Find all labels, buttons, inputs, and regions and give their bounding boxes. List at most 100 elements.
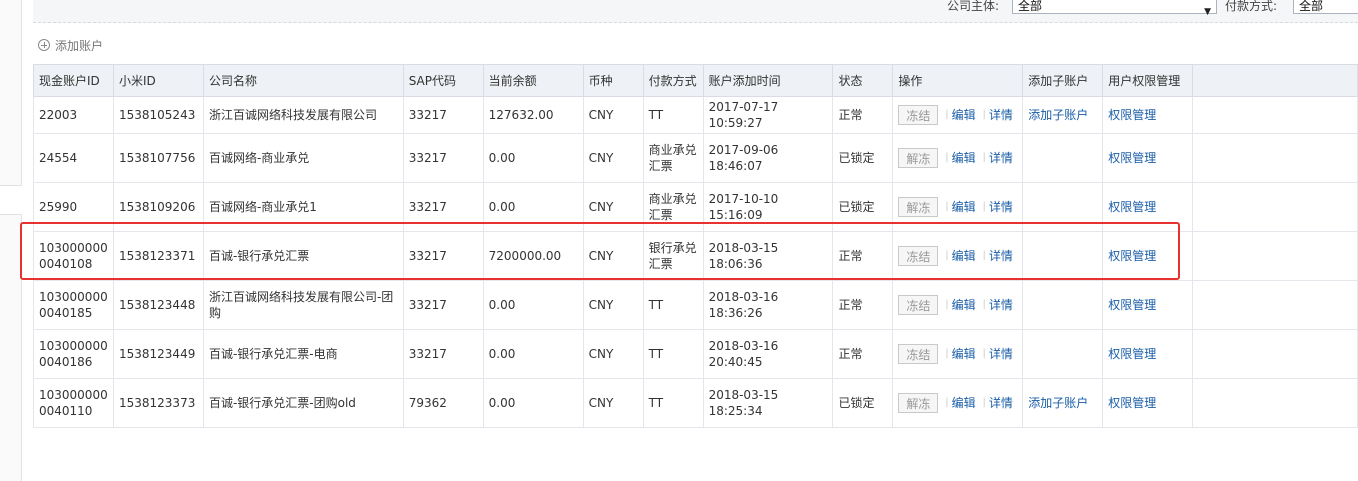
header-cell: 添加子账户 [1022,64,1104,97]
balance-cell: 0.00 [482,133,584,183]
account-id-cell: 1030000000040108 [33,231,114,281]
empty-cell [1192,378,1358,428]
sub-account-cell [1022,182,1104,232]
status-cell: 正常 [832,329,894,379]
separator: | [982,152,986,163]
company-select[interactable]: 全部 ▼ [1012,0,1217,17]
time-cell: 2018-03-16 18:36:26 [702,280,834,330]
operations-cell: 冻结 | 编辑 | 详情 [892,96,1024,134]
company-cell: 百诚-银行承兑汇票 [202,231,404,281]
edit-link[interactable]: 编辑 [952,298,976,312]
detail-link[interactable]: 详情 [989,200,1013,214]
separator: | [945,397,949,408]
currency-cell: CNY [582,231,644,281]
left-panel-bottom [0,214,22,481]
payment-cell: 商业承兑汇票 [642,133,704,183]
permission-cell: 权限管理 [1102,182,1194,232]
header-cell: 公司名称 [202,64,404,97]
unfreeze-button[interactable]: 解冻 [898,393,939,413]
time-cell: 2017-09-06 18:46:07 [702,133,834,183]
detail-link[interactable]: 详情 [989,347,1013,361]
operations-cell: 解冻 | 编辑 | 详情 [892,133,1024,183]
separator: | [945,348,949,359]
account-id-cell: 25990 [33,182,114,232]
header-cell: 小米ID [112,64,204,97]
sub-account-cell [1022,133,1104,183]
detail-link[interactable]: 详情 [989,151,1013,165]
currency-cell: CNY [582,280,644,330]
header-cell: 用户权限管理 [1102,64,1194,97]
separator: | [945,152,949,163]
permission-link[interactable]: 权限管理 [1108,347,1156,361]
permission-link[interactable]: 权限管理 [1108,108,1156,122]
permission-cell: 权限管理 [1102,378,1194,428]
mi-id-cell: 1538123448 [112,280,204,330]
payment-cell: TT [642,96,704,134]
header-cell: 状态 [832,64,894,97]
account-id-cell: 1030000000040185 [33,280,114,330]
separator: | [945,250,949,261]
empty-cell [1192,96,1358,134]
permission-cell: 权限管理 [1102,96,1194,134]
edit-link[interactable]: 编辑 [952,200,976,214]
add-sub-account-link[interactable]: 添加子账户 [1028,108,1088,122]
account-id-cell: 1030000000040110 [33,378,114,428]
sub-account-cell [1022,329,1104,379]
permission-link[interactable]: 权限管理 [1108,298,1156,312]
edit-link[interactable]: 编辑 [952,347,976,361]
permission-link[interactable]: 权限管理 [1108,200,1156,214]
detail-link[interactable]: 详情 [989,108,1013,122]
permission-link[interactable]: 权限管理 [1108,151,1156,165]
sub-account-cell [1022,231,1104,281]
payment-cell: TT [642,280,704,330]
sap-cell: 33217 [402,329,484,379]
table-row: 24554 1538107756 百诚网络-商业承兑 33217 0.00 CN… [33,133,1358,183]
edit-link[interactable]: 编辑 [952,151,976,165]
permission-cell: 权限管理 [1102,231,1194,281]
edit-link[interactable]: 编辑 [952,396,976,410]
unfreeze-button[interactable]: 解冻 [898,197,939,217]
add-account-button[interactable]: 添加账户 [38,37,103,53]
currency-cell: CNY [582,329,644,379]
currency-cell: CNY [582,378,644,428]
detail-link[interactable]: 详情 [989,396,1013,410]
operations-cell: 解冻 | 编辑 | 详情 [892,378,1024,428]
freeze-button[interactable]: 冻结 [898,344,939,364]
balance-cell: 0.00 [482,378,584,428]
unfreeze-button[interactable]: 解冻 [898,148,939,168]
separator: | [945,201,949,212]
empty-cell [1192,329,1358,379]
permission-link[interactable]: 权限管理 [1108,249,1156,263]
sap-cell: 33217 [402,231,484,281]
status-cell: 正常 [832,280,894,330]
add-sub-account-link[interactable]: 添加子账户 [1028,396,1088,410]
company-filter-label: 公司主体: [947,0,1000,13]
header-cell: 账户添加时间 [702,64,834,97]
company-cell: 百诚-银行承兑汇票-团购old [202,378,404,428]
company-cell: 浙江百诚网络科技发展有限公司-团购 [202,280,404,330]
payment-select[interactable]: 全部 [1293,0,1358,14]
table-row: 25990 1538109206 百诚网络-商业承兑1 33217 0.00 C… [33,182,1358,232]
freeze-button[interactable]: 冻结 [898,295,939,315]
edit-link[interactable]: 编辑 [952,249,976,263]
detail-link[interactable]: 详情 [989,249,1013,263]
header-cell: 操作 [892,64,1024,97]
account-id-cell: 1030000000040186 [33,329,114,379]
freeze-button[interactable]: 冻结 [898,246,939,266]
detail-link[interactable]: 详情 [989,298,1013,312]
sap-cell: 33217 [402,133,484,183]
mi-id-cell: 1538123371 [112,231,204,281]
separator: | [982,397,986,408]
time-cell: 2017-10-10 15:16:09 [702,182,834,232]
account-id-cell: 22003 [33,96,114,134]
header-cell: SAP代码 [402,64,484,97]
freeze-button[interactable]: 冻结 [898,105,939,125]
permission-link[interactable]: 权限管理 [1108,396,1156,410]
edit-link[interactable]: 编辑 [952,108,976,122]
operations-cell: 冻结 | 编辑 | 详情 [892,231,1024,281]
accounts-table: 现金账户ID 小米ID 公司名称 SAP代码 当前余额 币种 付款方式 账户添加… [33,64,1358,428]
balance-cell: 127632.00 [482,96,584,134]
table-header-row: 现金账户ID 小米ID 公司名称 SAP代码 当前余额 币种 付款方式 账户添加… [33,64,1358,97]
payment-cell: TT [642,329,704,379]
permission-cell: 权限管理 [1102,280,1194,330]
